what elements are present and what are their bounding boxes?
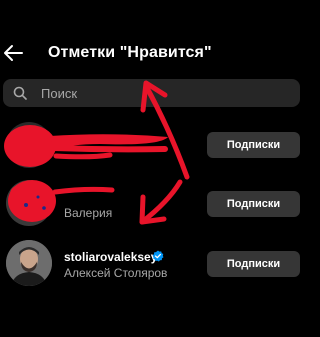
avatar[interactable] [6, 180, 52, 226]
list-item[interactable]: stoliarovaleksey Алексей Столяров Подпис… [0, 238, 311, 288]
search-input[interactable] [41, 79, 281, 107]
full-name: Валерия [64, 206, 113, 220]
full-name: Алексей Столяров [64, 266, 168, 280]
list-item[interactable]: Подписки [0, 120, 311, 170]
verified-badge-icon [152, 250, 164, 262]
search-icon [13, 86, 27, 100]
avatar-photo [6, 240, 52, 286]
arrow-left-icon[interactable] [3, 44, 23, 62]
username[interactable]: stoliarovaleksey [64, 250, 157, 264]
page-title: Отметки "Нравится" [48, 44, 212, 61]
following-button[interactable]: Подписки [207, 132, 300, 158]
following-button[interactable]: Подписки [207, 251, 300, 277]
search-bar[interactable] [3, 79, 300, 107]
header-bar: Отметки "Нравится" [0, 36, 311, 70]
following-button[interactable]: Подписки [207, 191, 300, 217]
list-item[interactable]: Валерия Подписки [0, 178, 311, 228]
avatar[interactable] [6, 122, 52, 168]
avatar[interactable] [6, 240, 52, 286]
